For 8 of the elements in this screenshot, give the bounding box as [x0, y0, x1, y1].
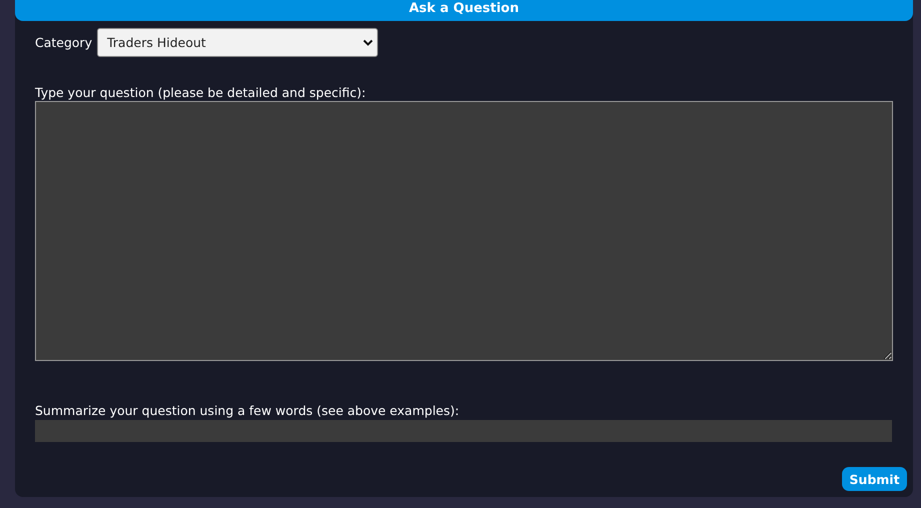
category-label: Category [35, 35, 92, 50]
question-label: Type your question (please be detailed and specific): [35, 85, 367, 100]
summary-input[interactable] [35, 420, 892, 442]
question-textarea[interactable] [35, 101, 893, 361]
panel-header: Ask a Question [15, 0, 913, 21]
summary-label: Summarize your question using a few words (see above examples): [35, 403, 460, 418]
category-dropdown[interactable]: Traders Hideout [97, 28, 378, 57]
chevron-down-icon [363, 39, 374, 46]
